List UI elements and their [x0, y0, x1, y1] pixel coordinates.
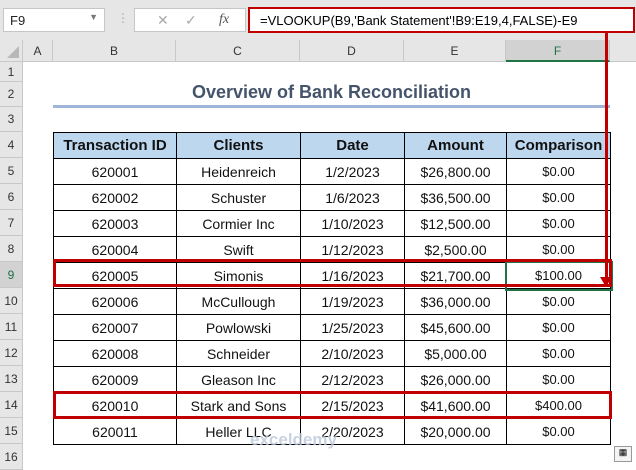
- sheet-title: Overview of Bank Reconciliation: [191, 82, 472, 102]
- cell-date[interactable]: 1/10/2023: [300, 210, 405, 237]
- cell-date[interactable]: 1/19/2023: [300, 288, 405, 315]
- row-header-15[interactable]: 15: [0, 418, 23, 444]
- row-header-10[interactable]: 10: [0, 288, 23, 314]
- column-header-a[interactable]: A: [23, 40, 53, 62]
- select-all-button[interactable]: [0, 40, 23, 62]
- highlight-row-14: [53, 391, 612, 419]
- cell-transaction-id[interactable]: 620009: [53, 366, 177, 393]
- cell-comparison[interactable]: $0.00: [506, 158, 611, 185]
- cell-date[interactable]: 1/2/2023: [300, 158, 405, 185]
- cell-client[interactable]: Heidenreich: [176, 158, 301, 185]
- column-header-d[interactable]: D: [300, 40, 404, 62]
- watermark-logo: exceldemy: [250, 430, 337, 449]
- cell-client[interactable]: Powlowski: [176, 314, 301, 341]
- cell-comparison[interactable]: $0.00: [506, 210, 611, 237]
- table-row: 620002 Schuster 1/6/2023 $36,500.00 $0.00: [53, 184, 611, 211]
- cell-amount[interactable]: $12,500.00: [404, 210, 507, 237]
- name-box-value: F9: [10, 13, 26, 28]
- column-header-empty: [610, 40, 636, 62]
- table-row: 620006 McCullough 1/19/2023 $36,000.00 $0.00: [53, 288, 611, 315]
- row-header-11[interactable]: 11: [0, 314, 23, 340]
- name-box[interactable]: F9 ▼: [3, 8, 105, 32]
- cell-transaction-id[interactable]: 620006: [53, 288, 177, 315]
- row-header-1[interactable]: 1: [0, 62, 23, 82]
- formula-input[interactable]: =VLOOKUP(B9,'Bank Statement'!B9:E19,4,FA…: [248, 7, 635, 33]
- cell-date[interactable]: 2/12/2023: [300, 366, 405, 393]
- cell-amount[interactable]: $36,000.00: [404, 288, 507, 315]
- cell-transaction-id[interactable]: 620003: [53, 210, 177, 237]
- table-row: 620003 Cormier Inc 1/10/2023 $12,500.00 $0.0…: [53, 210, 611, 237]
- quick-analysis-icon[interactable]: ▦: [614, 446, 632, 462]
- header-amount[interactable]: Amount: [404, 132, 507, 159]
- cell-amount[interactable]: $26,000.00: [404, 366, 507, 393]
- cell-comparison[interactable]: $0.00: [506, 340, 611, 367]
- cell-amount[interactable]: $45,600.00: [404, 314, 507, 341]
- arrow-line: [605, 33, 608, 279]
- row-header-6[interactable]: 6: [0, 184, 23, 210]
- row-header-4[interactable]: 4: [0, 132, 23, 158]
- row-header-14[interactable]: 14: [0, 392, 23, 418]
- cell-client[interactable]: Gleason Inc: [176, 366, 301, 393]
- row-header-16[interactable]: 16: [0, 444, 23, 470]
- row-header-5[interactable]: 5: [0, 158, 23, 184]
- cell-transaction-id[interactable]: 620008: [53, 340, 177, 367]
- arrow-head-icon: [600, 277, 612, 287]
- header-row: Transaction ID Clients Date Amount Compa…: [53, 132, 611, 159]
- cancel-icon[interactable]: ✕: [157, 12, 169, 29]
- cell-comparison[interactable]: $0.00: [506, 288, 611, 315]
- grip-icon: ⋮: [117, 11, 129, 25]
- cell-transaction-id[interactable]: 620001: [53, 158, 177, 185]
- cell-transaction-id[interactable]: 620002: [53, 184, 177, 211]
- table-row: 620008 Schneider 2/10/2023 $5,000.00 $0.00: [53, 340, 611, 367]
- row-header-12[interactable]: 12: [0, 340, 23, 366]
- confirm-icon[interactable]: ✓: [185, 12, 197, 29]
- header-clients[interactable]: Clients: [176, 132, 301, 159]
- highlight-row-9: [53, 259, 612, 287]
- cell-comparison[interactable]: $0.00: [506, 418, 611, 445]
- table-row: 620001 Heidenreich 1/2/2023 $26,800.00 $0.00: [53, 158, 611, 185]
- cell-comparison[interactable]: $0.00: [506, 366, 611, 393]
- cell-transaction-id[interactable]: 620011: [53, 418, 177, 445]
- cell-date[interactable]: 1/25/2023: [300, 314, 405, 341]
- cell-amount[interactable]: $36,500.00: [404, 184, 507, 211]
- cell-comparison[interactable]: $0.00: [506, 314, 611, 341]
- cell-comparison[interactable]: $0.00: [506, 184, 611, 211]
- cell-date[interactable]: 2/10/2023: [300, 340, 405, 367]
- row-header-9[interactable]: 9: [0, 262, 23, 288]
- table-row: 620007 Powlowski 1/25/2023 $45,600.00 $0.00: [53, 314, 611, 341]
- header-comparison[interactable]: Comparison: [506, 132, 611, 159]
- cell-date[interactable]: 1/6/2023: [300, 184, 405, 211]
- row-header-13[interactable]: 13: [0, 366, 23, 392]
- row-header-8[interactable]: 8: [0, 236, 23, 262]
- cell-amount[interactable]: $26,800.00: [404, 158, 507, 185]
- cell-amount[interactable]: $5,000.00: [404, 340, 507, 367]
- insert-function-icon[interactable]: fx: [219, 12, 229, 28]
- cell-transaction-id[interactable]: 620007: [53, 314, 177, 341]
- column-header-e[interactable]: E: [404, 40, 506, 62]
- column-header-b[interactable]: B: [53, 40, 176, 62]
- chevron-down-icon[interactable]: ▼: [89, 12, 98, 22]
- cell-client[interactable]: Schneider: [176, 340, 301, 367]
- header-transaction-id[interactable]: Transaction ID: [53, 132, 177, 159]
- row-header-2[interactable]: 2: [0, 82, 23, 107]
- formula-buttons: ✕ ✓ fx: [134, 8, 246, 32]
- cell-client[interactable]: Schuster: [176, 184, 301, 211]
- title-underline: [53, 105, 610, 108]
- column-header-f[interactable]: F: [506, 40, 610, 62]
- cell-client[interactable]: Cormier Inc: [176, 210, 301, 237]
- header-date[interactable]: Date: [300, 132, 405, 159]
- row-header-7[interactable]: 7: [0, 210, 23, 236]
- row-header-3[interactable]: 3: [0, 107, 23, 132]
- cell-client[interactable]: McCullough: [176, 288, 301, 315]
- table-row: 620009 Gleason Inc 2/12/2023 $26,000.00 $0.0…: [53, 366, 611, 393]
- column-header-c[interactable]: C: [176, 40, 300, 62]
- formula-toolbar: F9 ▼ ⋮ ✕ ✓ fx =VLOOKUP(B9,'Bank Statement…: [0, 0, 636, 40]
- cell-amount[interactable]: $20,000.00: [404, 418, 507, 445]
